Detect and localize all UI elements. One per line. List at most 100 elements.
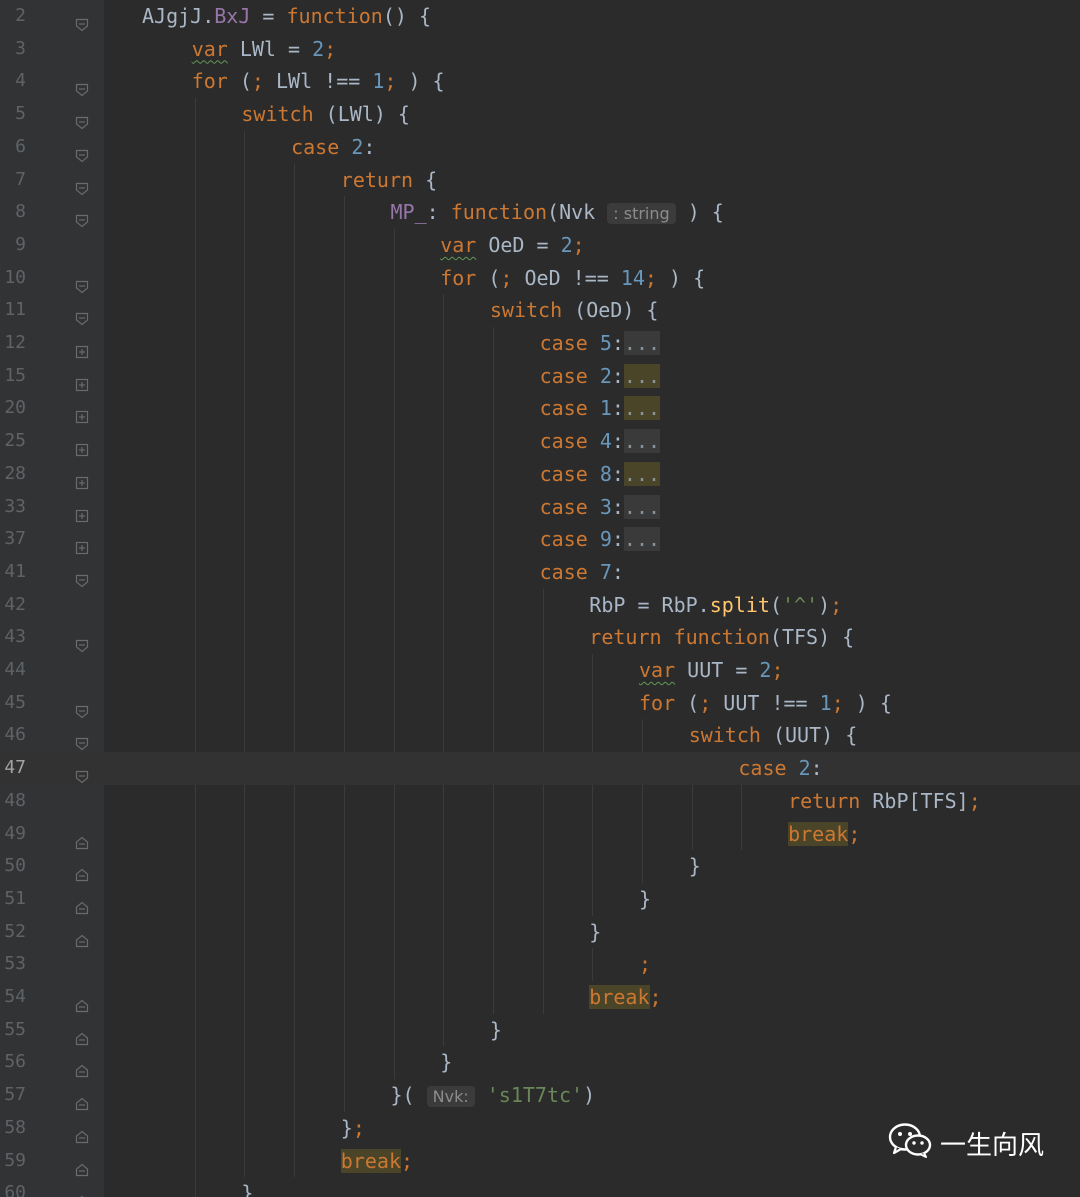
- code-line[interactable]: 41 case 7:: [0, 556, 1080, 589]
- code-line[interactable]: 28 case 8:...: [0, 458, 1080, 491]
- code-line[interactable]: 9 var OeD = 2;: [0, 229, 1080, 262]
- fold-collapse-icon[interactable]: [75, 630, 89, 653]
- code-text: case 3:...: [540, 491, 661, 524]
- token: () {: [382, 4, 432, 28]
- code-line[interactable]: 57}( Nvk: 's1T7tc'): [0, 1079, 1080, 1112]
- code-line[interactable]: 5 switch (LWl) {: [0, 98, 1080, 131]
- token: :: [611, 396, 624, 421]
- code-text: return function(TFS) {: [589, 621, 854, 654]
- code-line[interactable]: 7 return {: [0, 164, 1080, 197]
- folded-region[interactable]: ...: [623, 429, 661, 454]
- fold-collapse-icon[interactable]: [75, 761, 89, 784]
- folded-region[interactable]: ...: [623, 396, 661, 421]
- line-number: 48: [4, 789, 26, 811]
- code-line[interactable]: 15 case 2:...: [0, 360, 1080, 393]
- token: ;: [384, 69, 397, 94]
- code-line[interactable]: 54 break;: [0, 981, 1080, 1014]
- code-line[interactable]: 56}: [0, 1046, 1080, 1079]
- fold-collapse-icon[interactable]: [75, 1154, 89, 1176]
- fold-collapse-icon[interactable]: [75, 1121, 89, 1143]
- folded-region[interactable]: ...: [623, 331, 661, 355]
- code-text: var UUT = 2;: [639, 654, 784, 687]
- code-line[interactable]: 55}: [0, 1014, 1080, 1047]
- code-line[interactable]: 60}: [0, 1177, 1080, 1197]
- code-line[interactable]: 4 for (; LWl !== 1; ) {: [0, 65, 1080, 98]
- fold-collapse-icon[interactable]: [75, 728, 89, 751]
- code-line[interactable]: 43 return function(TFS) {: [0, 621, 1080, 654]
- fold-collapse-icon[interactable]: [75, 9, 89, 32]
- fold-collapse-icon[interactable]: [75, 925, 89, 947]
- fold-expand-icon[interactable]: [75, 369, 89, 391]
- token: 1: [819, 690, 832, 715]
- code-line[interactable]: 12 case 5:...: [0, 327, 1080, 360]
- folded-region[interactable]: ...: [623, 461, 661, 486]
- fold-collapse-icon[interactable]: [75, 303, 89, 326]
- token: ;: [500, 265, 513, 290]
- line-number: 15: [4, 364, 26, 386]
- code-line[interactable]: 33 case 3:...: [0, 491, 1080, 524]
- fold-expand-icon[interactable]: [75, 401, 89, 424]
- fold-expand-icon[interactable]: [75, 467, 89, 489]
- fold-collapse-icon[interactable]: [75, 565, 89, 588]
- fold-collapse-icon[interactable]: [75, 1055, 89, 1078]
- code-text: AJgjJ.BxJ = function() {: [142, 0, 431, 33]
- fold-collapse-icon[interactable]: [75, 990, 89, 1013]
- code-line[interactable]: 45 for (; UUT !== 1; ) {: [0, 687, 1080, 720]
- folded-region[interactable]: ...: [623, 527, 661, 552]
- code-text: }: [589, 916, 601, 949]
- token: 2: [560, 232, 573, 257]
- fold-collapse-icon[interactable]: [75, 107, 89, 130]
- code-line[interactable]: 11 switch (OeD) {: [0, 294, 1080, 327]
- fold-collapse-icon[interactable]: [75, 827, 89, 849]
- code-text: MP_: function(Nvk : string ) {: [391, 196, 724, 231]
- wechat-icon: [888, 1122, 932, 1165]
- code-line[interactable]: 44 var UUT = 2;: [0, 654, 1080, 687]
- token: ) {: [675, 200, 724, 225]
- code-text: }: [490, 1014, 502, 1047]
- fold-collapse-icon[interactable]: [75, 271, 89, 293]
- token: ;: [324, 36, 337, 61]
- code-editor[interactable]: 2 AJgjJ.BxJ = function() {3 var LWl = 2; 4 f…: [0, 0, 1080, 1197]
- token: .: [202, 4, 215, 28]
- code-line[interactable]: 49 break;: [0, 818, 1080, 851]
- code-line[interactable]: 46 switch (UUT) {: [0, 719, 1080, 752]
- fold-collapse-icon[interactable]: [75, 1186, 89, 1197]
- fold-collapse-icon[interactable]: [75, 140, 89, 163]
- code-line[interactable]: 52}: [0, 916, 1080, 949]
- fold-collapse-icon[interactable]: [75, 74, 89, 97]
- code-text: case 2:: [291, 131, 375, 164]
- code-line[interactable]: 47 case 2:: [0, 752, 1080, 785]
- token: switch: [688, 723, 761, 748]
- folded-region[interactable]: ...: [623, 363, 661, 388]
- code-text: case 7:: [540, 556, 624, 589]
- line-number: 37: [4, 528, 26, 550]
- code-line[interactable]: 2 AJgjJ.BxJ = function() {: [0, 0, 1080, 33]
- line-number: 7: [15, 168, 26, 190]
- code-line[interactable]: 8 MP_: function(Nvk : string ) {: [0, 196, 1080, 229]
- code-line[interactable]: 3 var LWl = 2;: [0, 33, 1080, 66]
- fold-collapse-icon[interactable]: [75, 859, 89, 882]
- code-line[interactable]: 53;: [0, 948, 1080, 981]
- fold-expand-icon[interactable]: [75, 434, 89, 457]
- code-line[interactable]: 50}: [0, 850, 1080, 883]
- code-text: break;: [788, 818, 860, 851]
- fold-collapse-icon[interactable]: [75, 892, 89, 914]
- fold-collapse-icon[interactable]: [75, 205, 89, 228]
- fold-collapse-icon[interactable]: [75, 696, 89, 718]
- fold-collapse-icon[interactable]: [75, 1023, 89, 1045]
- code-line[interactable]: 25 case 4:...: [0, 425, 1080, 458]
- code-line[interactable]: 42 RbP = RbP.split('^');: [0, 589, 1080, 622]
- fold-expand-icon[interactable]: [75, 532, 89, 555]
- fold-collapse-icon[interactable]: [75, 173, 89, 195]
- code-line[interactable]: 37 case 9:...: [0, 523, 1080, 556]
- code-line[interactable]: 20 case 1:...: [0, 392, 1080, 425]
- code-line[interactable]: 10 for (; OeD !== 14; ) {: [0, 262, 1080, 295]
- fold-expand-icon[interactable]: [75, 336, 89, 359]
- folded-region[interactable]: ...: [623, 494, 661, 519]
- code-line[interactable]: 51}: [0, 883, 1080, 916]
- code-line[interactable]: 48 return RbP[TFS];: [0, 785, 1080, 818]
- fold-expand-icon[interactable]: [75, 500, 89, 522]
- code-line[interactable]: 6 case 2:: [0, 131, 1080, 164]
- token: var: [440, 232, 477, 257]
- fold-collapse-icon[interactable]: [75, 1088, 89, 1111]
